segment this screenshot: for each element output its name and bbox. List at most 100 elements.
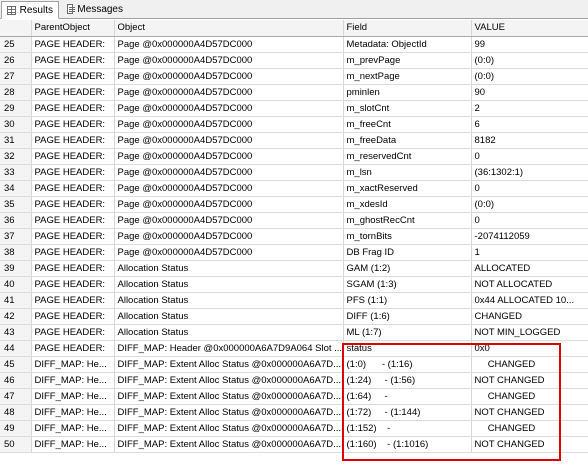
table-row[interactable]: 49 DIFF_MAP: He... DIFF_MAP: Extent Alloc …: [0, 420, 588, 437]
value-cell[interactable]: 6: [471, 116, 588, 133]
field-cell[interactable]: (1:152) -: [343, 420, 472, 437]
object-cell[interactable]: Allocation Status: [114, 260, 344, 277]
value-cell[interactable]: CHANGED: [471, 388, 588, 405]
value-cell[interactable]: CHANGED: [471, 308, 588, 325]
table-row[interactable]: 31 PAGE HEADER: Page @0x000000A4D57DC000 m_…: [0, 132, 588, 149]
value-cell[interactable]: CHANGED: [471, 356, 588, 373]
row-number[interactable]: 39: [0, 260, 32, 277]
parentobject-cell[interactable]: DIFF_MAP: He...: [31, 436, 115, 453]
parentobject-cell[interactable]: DIFF_MAP: He...: [31, 420, 115, 437]
table-row[interactable]: 35 PAGE HEADER: Page @0x000000A4D57DC000 m_…: [0, 196, 588, 213]
row-number[interactable]: 50: [0, 436, 32, 453]
field-cell[interactable]: (1:72) - (1:144): [343, 404, 472, 421]
row-number[interactable]: 26: [0, 52, 32, 69]
row-number[interactable]: 25: [0, 36, 32, 53]
column-header-parentobject[interactable]: ParentObject: [31, 20, 115, 37]
parentobject-cell[interactable]: PAGE HEADER:: [31, 36, 115, 53]
column-header-value[interactable]: VALUE: [471, 20, 588, 37]
table-row[interactable]: 45 DIFF_MAP: He... DIFF_MAP: Extent Alloc …: [0, 356, 588, 373]
row-number[interactable]: 29: [0, 100, 32, 117]
parentobject-cell[interactable]: PAGE HEADER:: [31, 116, 115, 133]
value-cell[interactable]: 0: [471, 148, 588, 165]
object-cell[interactable]: Page @0x000000A4D57DC000: [114, 244, 344, 261]
parentobject-cell[interactable]: PAGE HEADER:: [31, 68, 115, 85]
parentobject-cell[interactable]: DIFF_MAP: He...: [31, 372, 115, 389]
row-number[interactable]: 30: [0, 116, 32, 133]
table-row[interactable]: 44 PAGE HEADER: DIFF_MAP: Header @0x000000…: [0, 340, 588, 357]
parentobject-cell[interactable]: PAGE HEADER:: [31, 180, 115, 197]
field-cell[interactable]: m_tornBits: [343, 228, 472, 245]
row-number[interactable]: 42: [0, 308, 32, 325]
object-cell[interactable]: Page @0x000000A4D57DC000: [114, 228, 344, 245]
row-number[interactable]: 40: [0, 276, 32, 293]
value-cell[interactable]: NOT ALLOCATED: [471, 276, 588, 293]
row-number[interactable]: 47: [0, 388, 32, 405]
object-cell[interactable]: Page @0x000000A4D57DC000: [114, 68, 344, 85]
field-cell[interactable]: m_freeCnt: [343, 116, 472, 133]
object-cell[interactable]: Page @0x000000A4D57DC000: [114, 100, 344, 117]
column-header-object[interactable]: Object: [114, 20, 344, 37]
object-cell[interactable]: Page @0x000000A4D57DC000: [114, 148, 344, 165]
value-cell[interactable]: ALLOCATED: [471, 260, 588, 277]
row-number[interactable]: 49: [0, 420, 32, 437]
field-cell[interactable]: Metadata: ObjectId: [343, 36, 472, 53]
parentobject-cell[interactable]: PAGE HEADER:: [31, 244, 115, 261]
parentobject-cell[interactable]: PAGE HEADER:: [31, 308, 115, 325]
object-cell[interactable]: Allocation Status: [114, 324, 344, 341]
row-number[interactable]: 28: [0, 84, 32, 101]
field-cell[interactable]: (1:64) -: [343, 388, 472, 405]
table-row[interactable]: 46 DIFF_MAP: He... DIFF_MAP: Extent Alloc …: [0, 372, 588, 389]
row-number[interactable]: 35: [0, 196, 32, 213]
value-cell[interactable]: 0x0: [471, 340, 588, 357]
parentobject-cell[interactable]: PAGE HEADER:: [31, 212, 115, 229]
object-cell[interactable]: DIFF_MAP: Header @0x000000A6A7D9A064 Slo…: [114, 340, 344, 357]
object-cell[interactable]: Page @0x000000A4D57DC000: [114, 116, 344, 133]
value-cell[interactable]: NOT CHANGED: [471, 404, 588, 421]
value-cell[interactable]: 0: [471, 212, 588, 229]
table-row[interactable]: 33 PAGE HEADER: Page @0x000000A4D57DC000 m_…: [0, 164, 588, 181]
parentobject-cell[interactable]: PAGE HEADER:: [31, 260, 115, 277]
object-cell[interactable]: Page @0x000000A4D57DC000: [114, 52, 344, 69]
tab-results[interactable]: Results: [1, 1, 59, 19]
object-cell[interactable]: DIFF_MAP: Extent Alloc Status @0x000000A…: [114, 436, 344, 453]
table-row[interactable]: 42 PAGE HEADER: Allocation Status DIFF (1:6…: [0, 308, 588, 325]
row-number[interactable]: 27: [0, 68, 32, 85]
field-cell[interactable]: ML (1:7): [343, 324, 472, 341]
table-row[interactable]: 38 PAGE HEADER: Page @0x000000A4D57DC000 DB…: [0, 244, 588, 261]
field-cell[interactable]: SGAM (1:3): [343, 276, 472, 293]
table-row[interactable]: 48 DIFF_MAP: He... DIFF_MAP: Extent Alloc …: [0, 404, 588, 421]
table-row[interactable]: 26 PAGE HEADER: Page @0x000000A4D57DC000 m_…: [0, 52, 588, 69]
field-cell[interactable]: m_reservedCnt: [343, 148, 472, 165]
row-number[interactable]: 45: [0, 356, 32, 373]
field-cell[interactable]: m_xdesId: [343, 196, 472, 213]
value-cell[interactable]: NOT CHANGED: [471, 436, 588, 453]
value-cell[interactable]: NOT CHANGED: [471, 372, 588, 389]
table-row[interactable]: 37 PAGE HEADER: Page @0x000000A4D57DC000 m_…: [0, 228, 588, 245]
field-cell[interactable]: (1:24) - (1:56): [343, 372, 472, 389]
table-row[interactable]: 43 PAGE HEADER: Allocation Status ML (1:7) N…: [0, 324, 588, 341]
object-cell[interactable]: Page @0x000000A4D57DC000: [114, 180, 344, 197]
object-cell[interactable]: DIFF_MAP: Extent Alloc Status @0x000000A…: [114, 404, 344, 421]
table-row[interactable]: 47 DIFF_MAP: He... DIFF_MAP: Extent Alloc …: [0, 388, 588, 405]
object-cell[interactable]: Page @0x000000A4D57DC000: [114, 132, 344, 149]
field-cell[interactable]: m_xactReserved: [343, 180, 472, 197]
value-cell[interactable]: 8182: [471, 132, 588, 149]
value-cell[interactable]: 0x44 ALLOCATED 10...: [471, 292, 588, 309]
object-cell[interactable]: Page @0x000000A4D57DC000: [114, 196, 344, 213]
tab-messages[interactable]: Messages: [62, 1, 128, 17]
value-cell[interactable]: 1: [471, 244, 588, 261]
row-number[interactable]: 43: [0, 324, 32, 341]
table-row[interactable]: 41 PAGE HEADER: Allocation Status PFS (1:1)…: [0, 292, 588, 309]
table-row[interactable]: 32 PAGE HEADER: Page @0x000000A4D57DC000 m_…: [0, 148, 588, 165]
field-cell[interactable]: m_lsn: [343, 164, 472, 181]
row-number[interactable]: 36: [0, 212, 32, 229]
field-cell[interactable]: m_prevPage: [343, 52, 472, 69]
field-cell[interactable]: m_ghostRecCnt: [343, 212, 472, 229]
parentobject-cell[interactable]: PAGE HEADER:: [31, 228, 115, 245]
object-cell[interactable]: DIFF_MAP: Extent Alloc Status @0x000000A…: [114, 372, 344, 389]
row-number[interactable]: 34: [0, 180, 32, 197]
row-number[interactable]: 33: [0, 164, 32, 181]
table-row[interactable]: 36 PAGE HEADER: Page @0x000000A4D57DC000 m_…: [0, 212, 588, 229]
value-cell[interactable]: -2074112059: [471, 228, 588, 245]
object-cell[interactable]: DIFF_MAP: Extent Alloc Status @0x000000A…: [114, 356, 344, 373]
